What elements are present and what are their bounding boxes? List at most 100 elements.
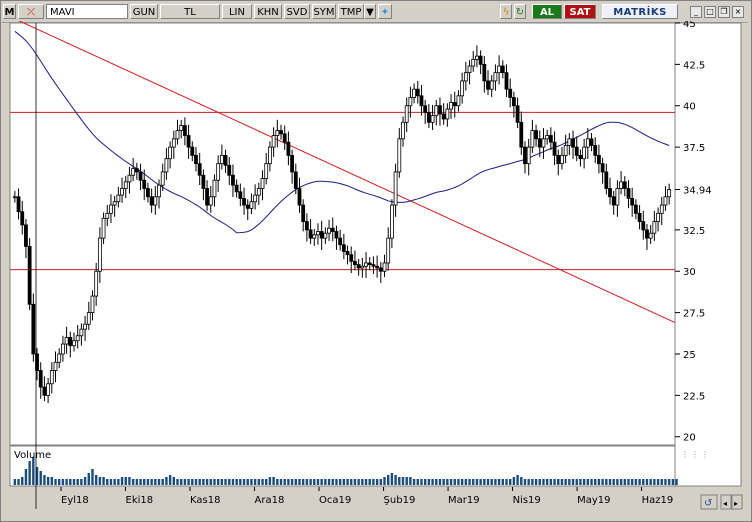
volume-bar bbox=[131, 479, 135, 485]
volume-bar bbox=[202, 479, 205, 485]
scale-button[interactable]: LIN bbox=[222, 4, 252, 19]
volume-panel bbox=[9, 445, 676, 487]
volume-bar bbox=[220, 479, 224, 485]
minimize-icon[interactable]: _ bbox=[690, 6, 702, 18]
volume-bar bbox=[257, 479, 261, 485]
candle-body bbox=[182, 125, 187, 136]
close-icon[interactable]: × bbox=[732, 6, 744, 18]
candle-body bbox=[53, 361, 58, 371]
volume-bar bbox=[531, 479, 534, 485]
volume-bar bbox=[213, 479, 216, 485]
candle-body bbox=[304, 221, 309, 231]
candle-body bbox=[608, 188, 612, 198]
candle-body bbox=[622, 181, 627, 189]
volume-bar bbox=[464, 479, 468, 485]
candle-body bbox=[545, 135, 550, 140]
volume-bar bbox=[468, 479, 471, 485]
candle-body bbox=[205, 188, 209, 206]
candle-body bbox=[275, 130, 280, 136]
dropdown-arrow-icon[interactable]: ▼ bbox=[364, 4, 376, 19]
volume-bar bbox=[642, 479, 645, 485]
volume-bar bbox=[630, 479, 634, 485]
candle-body bbox=[256, 188, 261, 196]
candle-body bbox=[168, 146, 173, 160]
x-tick-label: Eki18 bbox=[126, 495, 154, 506]
volume-bar bbox=[43, 475, 46, 485]
maximize-icon[interactable]: □ bbox=[704, 6, 716, 18]
svd-button[interactable]: SVD bbox=[284, 4, 310, 19]
candle-body bbox=[652, 221, 657, 234]
candle-body bbox=[419, 95, 424, 107]
candle-body bbox=[556, 154, 561, 165]
candle-body bbox=[471, 59, 476, 67]
candle-body bbox=[79, 328, 84, 337]
x-axis-panel bbox=[10, 487, 741, 509]
y-tick-label: 42.5 bbox=[683, 60, 705, 71]
candle-body bbox=[127, 174, 132, 183]
currency-button[interactable]: TL bbox=[160, 4, 220, 19]
volume-bar bbox=[538, 479, 541, 485]
candle-body bbox=[219, 154, 224, 165]
volume-bar bbox=[638, 479, 641, 485]
volume-bar bbox=[619, 479, 623, 485]
tmp-button[interactable]: TMP bbox=[338, 4, 364, 19]
candle-body bbox=[68, 337, 73, 347]
candle-body bbox=[64, 337, 69, 345]
m-button[interactable]: M bbox=[3, 4, 16, 19]
volume-bar bbox=[350, 479, 353, 485]
candle-body bbox=[460, 80, 465, 97]
lightning-icon[interactable]: ϟ bbox=[500, 4, 512, 19]
volume-bar bbox=[316, 479, 320, 485]
volume-bar bbox=[409, 477, 412, 485]
candle-body bbox=[415, 88, 420, 97]
chart-type-icon[interactable]: ⤫ bbox=[18, 4, 44, 19]
candle-body bbox=[567, 138, 572, 146]
arrow-right-icon: ▸ bbox=[734, 499, 738, 508]
candle-body bbox=[648, 232, 653, 239]
candle-body bbox=[197, 163, 202, 176]
sell-button[interactable]: SAT bbox=[564, 4, 596, 19]
candle-body bbox=[160, 171, 165, 186]
volume-bar bbox=[412, 479, 416, 485]
volume-bar bbox=[616, 479, 619, 485]
volume-bar bbox=[179, 479, 183, 485]
volume-bar bbox=[239, 479, 242, 485]
candle-body bbox=[449, 102, 453, 110]
y-tick-label: 25 bbox=[683, 350, 696, 361]
period-button[interactable]: GUN bbox=[130, 4, 158, 19]
volume-bar bbox=[516, 475, 519, 485]
candle-body bbox=[131, 168, 136, 176]
khn-button[interactable]: KHN bbox=[254, 4, 282, 19]
volume-bar bbox=[265, 479, 268, 485]
volume-bar bbox=[32, 457, 35, 485]
candle-body bbox=[604, 171, 609, 189]
candle-body bbox=[390, 204, 394, 239]
volume-bar bbox=[431, 479, 434, 485]
candle-body bbox=[430, 115, 435, 123]
twitter-icon[interactable]: ✦ bbox=[378, 4, 392, 19]
buy-button[interactable]: AL bbox=[532, 4, 562, 19]
volume-bar bbox=[656, 479, 660, 485]
volume-bar bbox=[253, 479, 257, 485]
candle-body bbox=[526, 146, 531, 165]
volume-bar bbox=[17, 479, 20, 485]
sym-button[interactable]: SYM bbox=[312, 4, 336, 19]
candle-body bbox=[386, 237, 391, 264]
candle-body bbox=[164, 158, 169, 173]
volume-bar bbox=[65, 479, 68, 485]
candle-body bbox=[582, 146, 587, 160]
volume-bar bbox=[568, 479, 571, 485]
volume-bar bbox=[54, 479, 57, 485]
refresh-icon[interactable]: ↻ bbox=[514, 4, 526, 19]
volume-bar bbox=[645, 479, 649, 485]
volume-bar bbox=[438, 479, 442, 485]
price-panel bbox=[9, 22, 676, 446]
volume-bar bbox=[401, 477, 405, 485]
restore-icon[interactable]: ❐ bbox=[718, 6, 730, 18]
x-tick-label: Haz19 bbox=[642, 495, 674, 506]
volume-bar bbox=[13, 479, 17, 485]
candle-body bbox=[519, 121, 524, 148]
candle-body bbox=[138, 171, 143, 181]
volume-bar bbox=[228, 479, 231, 485]
symbol-input[interactable]: MAVI bbox=[46, 4, 128, 19]
